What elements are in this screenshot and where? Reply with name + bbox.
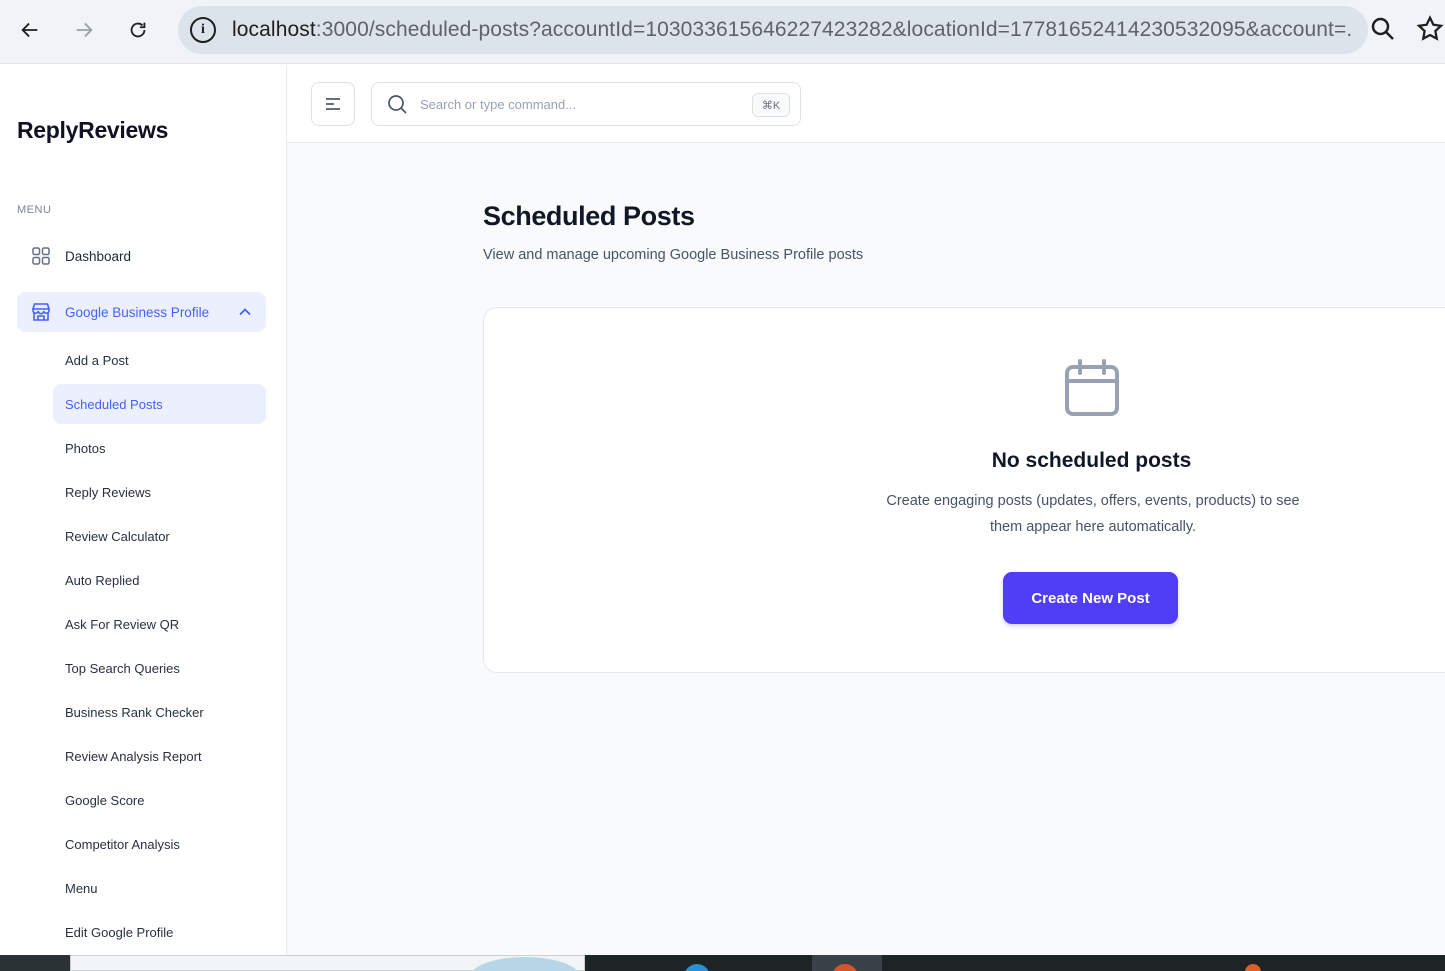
sidebar-item-label: Dashboard — [65, 248, 132, 264]
url-host: localhost — [232, 18, 316, 41]
menu-lines-icon — [326, 98, 340, 110]
url-text[interactable]: localhost:3000/scheduled-posts?accountId… — [232, 18, 1352, 42]
create-new-post-button[interactable]: Create New Post — [1003, 572, 1178, 624]
reload-icon — [130, 22, 146, 38]
browser-toolbar: i localhost:3000/scheduled-posts?account… — [0, 0, 1445, 64]
forward-button[interactable] — [66, 12, 102, 48]
site-info-icon[interactable]: i — [190, 17, 216, 43]
arrow-left-icon — [21, 22, 38, 38]
menu-section-label: MENU — [17, 204, 52, 216]
sidebar-subitem-scheduled-posts[interactable]: Scheduled Posts — [53, 384, 266, 424]
sidebar-subitem-photos[interactable]: Photos — [53, 428, 266, 468]
taskbar-app-icon[interactable] — [1245, 964, 1261, 971]
url-path: :3000/scheduled-posts?accountId=10303361… — [315, 18, 1352, 41]
main-content: Scheduled Posts View and manage upcoming… — [287, 143, 1445, 955]
shortcut-badge: ⌘K — [752, 93, 790, 117]
sidebar: ReplyReviews MENU Dashboard Google Busin… — [0, 65, 287, 955]
sidebar-subitem-review-calculator[interactable]: Review Calculator — [53, 516, 266, 556]
empty-state-description: Create engaging posts (updates, offers, … — [886, 493, 1300, 535]
sidebar-subitem-ask-for-review-qr[interactable]: Ask For Review QR — [53, 604, 266, 644]
zoom-icon[interactable] — [1368, 14, 1398, 44]
calendar-icon — [1065, 359, 1119, 416]
sidebar-item-dashboard[interactable]: Dashboard — [17, 236, 266, 276]
empty-state-card: No scheduled posts Create engaging posts… — [483, 307, 1445, 673]
search-input[interactable] — [420, 96, 740, 112]
grid-icon — [29, 244, 53, 268]
sidebar-toggle-button[interactable] — [311, 82, 355, 126]
sidebar-item-label: Google Business Profile — [65, 304, 210, 320]
back-button[interactable] — [12, 12, 48, 48]
bookmark-star-icon[interactable] — [1415, 14, 1445, 44]
taskbar-start-area[interactable] — [0, 955, 70, 971]
sidebar-item-google-business-profile[interactable]: Google Business Profile — [17, 292, 266, 332]
sidebar-subitem-competitor-analysis[interactable]: Competitor Analysis — [53, 824, 266, 864]
sidebar-subitem-review-analysis-report[interactable]: Review Analysis Report — [53, 736, 266, 776]
page-title: Scheduled Posts — [483, 201, 695, 231]
app-header: ⌘K — [287, 65, 1445, 143]
sidebar-subitem-google-score[interactable]: Google Score — [53, 780, 266, 820]
empty-state-title: No scheduled posts — [991, 449, 1192, 472]
search-icon — [388, 95, 407, 114]
storefront-icon — [29, 300, 53, 324]
brand-logo[interactable]: ReplyReviews — [17, 117, 168, 144]
sidebar-subitem-business-rank-checker[interactable]: Business Rank Checker — [53, 692, 266, 732]
reload-button[interactable] — [120, 12, 156, 48]
taskbar-app-icon[interactable] — [684, 964, 710, 971]
sidebar-subitem-add-a-post[interactable]: Add a Post — [53, 340, 266, 380]
sidebar-subitem-auto-replied[interactable]: Auto Replied — [53, 560, 266, 600]
sidebar-subitem-reply-reviews[interactable]: Reply Reviews — [53, 472, 266, 512]
arrow-right-icon — [76, 22, 93, 38]
command-search[interactable]: ⌘K — [371, 82, 801, 126]
chevron-up-icon[interactable] — [238, 305, 252, 319]
address-bar[interactable]: i localhost:3000/scheduled-posts?account… — [178, 6, 1368, 54]
page-subtitle: View and manage upcoming Google Business… — [483, 247, 864, 263]
os-taskbar — [0, 955, 1445, 971]
sidebar-subitem-top-search-queries[interactable]: Top Search Queries — [53, 648, 266, 688]
sidebar-subitem-edit-google-profile[interactable]: Edit Google Profile — [53, 912, 266, 952]
sidebar-subitem-menu[interactable]: Menu — [53, 868, 266, 908]
